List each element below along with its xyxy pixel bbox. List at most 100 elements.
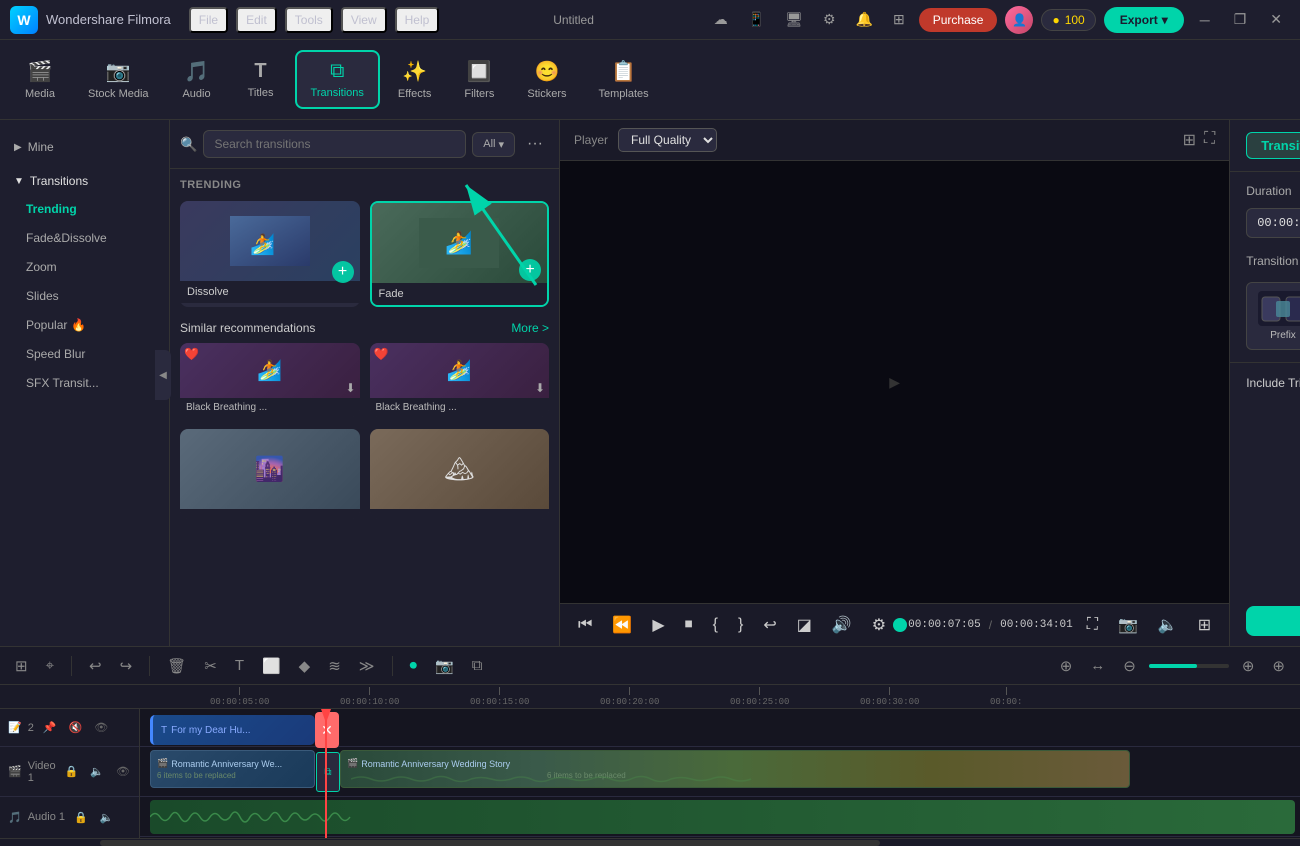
toolbar-templates[interactable]: 📋 Templates bbox=[584, 51, 662, 108]
timeline-more-effects-button[interactable]: ≫ bbox=[354, 654, 380, 678]
track-2-mute[interactable]: 🔇 bbox=[66, 720, 86, 735]
coins-button[interactable]: ● 100 bbox=[1041, 9, 1095, 31]
timeline-motion-button[interactable]: ≋ bbox=[323, 654, 346, 678]
toolbar-effects[interactable]: ✨ Effects bbox=[384, 51, 445, 108]
timeline-delete-button[interactable]: 🗑 bbox=[162, 654, 191, 678]
mode-prefix[interactable]: Prefix bbox=[1246, 282, 1300, 350]
video-1-mute[interactable]: 🔈 bbox=[87, 764, 107, 779]
timeline-undo-button[interactable]: ↩ bbox=[84, 654, 107, 678]
timeline-record-button[interactable]: ⏺ bbox=[405, 654, 423, 677]
video-1-lock[interactable]: 🔒 bbox=[62, 764, 82, 779]
similar-item-2[interactable]: 🏄 ❤️ ⬇ Black Breathing ... bbox=[370, 343, 550, 417]
sidebar-item-speed-blur[interactable]: Speed Blur bbox=[6, 340, 163, 368]
timeline-zoom-out-button[interactable]: ⊖ bbox=[1118, 654, 1141, 678]
horizontal-scrollbar[interactable] bbox=[0, 838, 1300, 846]
extra-transition-2[interactable]: 🏔 bbox=[370, 429, 550, 519]
phone-icon[interactable]: 📱 bbox=[742, 9, 771, 30]
skip-back-button[interactable]: ⏮ bbox=[572, 613, 598, 637]
extra-control-1[interactable]: ⛶ bbox=[1081, 613, 1104, 637]
zoom-slider[interactable] bbox=[1149, 664, 1229, 668]
timeline-fit-button[interactable]: ↔ bbox=[1085, 654, 1110, 677]
fade-add-button[interactable]: + bbox=[519, 259, 541, 281]
settings-icon[interactable]: ⚙ bbox=[817, 9, 842, 30]
snapshot-button[interactable]: ◪ bbox=[791, 612, 818, 638]
similar-item-1[interactable]: 🏄 ❤️ ⬇ Black Breathing ... bbox=[180, 343, 360, 417]
play-button[interactable]: ▶ bbox=[646, 612, 670, 638]
fullscreen-icon[interactable]: ⛶ bbox=[1204, 130, 1215, 150]
toolbar-transitions[interactable]: ⧉ Transitions bbox=[295, 50, 380, 109]
menu-view[interactable]: View bbox=[341, 7, 387, 33]
extra-control-2[interactable]: 📷 bbox=[1112, 612, 1144, 638]
maximize-button[interactable]: ❐ bbox=[1226, 9, 1255, 30]
duration-input[interactable] bbox=[1246, 208, 1300, 238]
sidebar-item-sfx[interactable]: SFX Transit... bbox=[6, 369, 163, 397]
transition-dissolve[interactable]: Dissolve + bbox=[180, 201, 360, 307]
timeline-pip-button[interactable]: ⧉ bbox=[467, 654, 488, 677]
toolbar-stickers[interactable]: 😊 Stickers bbox=[513, 51, 580, 108]
timeline-track-add-button[interactable]: ⊕ bbox=[1055, 654, 1078, 678]
minimize-button[interactable]: ─ bbox=[1192, 10, 1218, 30]
apply-all-button[interactable]: Apply to All bbox=[1246, 606, 1300, 636]
timeline-camera-button[interactable]: 📷 bbox=[430, 654, 459, 678]
transitions-section-header[interactable]: ▼ Transitions bbox=[0, 168, 169, 194]
toolbar-media[interactable]: 🎬 Media bbox=[10, 51, 70, 108]
toolbar-audio[interactable]: 🎵 Audio bbox=[167, 51, 227, 108]
timeline-zoom-in-button[interactable]: ⊕ bbox=[1237, 654, 1260, 678]
monitor-icon[interactable]: 🖥 bbox=[779, 9, 809, 30]
audio-1-lock[interactable]: 🔒 bbox=[71, 810, 91, 825]
sidebar-item-slides[interactable]: Slides bbox=[6, 282, 163, 310]
grid-icon[interactable]: ⊞ bbox=[887, 9, 911, 30]
timeline-cut-button[interactable]: ✂ bbox=[199, 654, 222, 678]
menu-help[interactable]: Help bbox=[395, 7, 440, 33]
sidebar-item-fade-dissolve[interactable]: Fade&Dissolve bbox=[6, 224, 163, 252]
timeline-extra-button[interactable]: ⊕ bbox=[1267, 654, 1290, 678]
audio-button[interactable]: 🔊 bbox=[826, 612, 858, 638]
toolbar-titles[interactable]: T Titles bbox=[231, 52, 291, 107]
audio-clip[interactable] bbox=[150, 800, 1295, 834]
mark-in-button[interactable]: { bbox=[707, 613, 724, 637]
dissolve-add-button[interactable]: + bbox=[332, 261, 354, 283]
text-clip[interactable]: T For my Dear Hu... bbox=[150, 715, 315, 745]
stop-button[interactable]: ⏹ bbox=[679, 613, 699, 637]
timeline-redo-button[interactable]: ↪ bbox=[115, 654, 138, 678]
transition-fade[interactable]: 🏄 Fade + bbox=[370, 201, 550, 307]
search-input[interactable] bbox=[203, 130, 466, 158]
export-button[interactable]: Export ▾ bbox=[1104, 7, 1184, 33]
more-options-button[interactable]: ··· bbox=[521, 133, 549, 155]
menu-file[interactable]: File bbox=[189, 7, 228, 33]
mark-out-button[interactable]: } bbox=[732, 613, 749, 637]
notification-icon[interactable]: 🔔 bbox=[850, 9, 879, 30]
mine-header[interactable]: ▶ Mine bbox=[0, 134, 169, 160]
track-2-control-a[interactable]: 📌 bbox=[40, 720, 60, 735]
cloud-icon[interactable]: ☁ bbox=[708, 9, 734, 30]
video-1-eye[interactable]: 👁 bbox=[113, 764, 133, 779]
frame-back-button[interactable]: ⏪ bbox=[606, 612, 638, 638]
add-to-timeline-button[interactable]: ↩ bbox=[757, 612, 782, 638]
timeline-magnet-button[interactable]: ⌖ bbox=[41, 654, 59, 677]
extra-control-4[interactable]: ⊞ bbox=[1192, 612, 1217, 638]
video-clip-1[interactable]: 🎬 Romantic Anniversary We... 6 items to … bbox=[150, 750, 315, 788]
sidebar-item-trending[interactable]: Trending bbox=[6, 195, 163, 223]
scrubber-handle[interactable] bbox=[893, 618, 907, 632]
collapse-left-panel-button[interactable]: ◀ bbox=[155, 350, 170, 400]
menu-edit[interactable]: Edit bbox=[236, 7, 277, 33]
timeline-crop-button[interactable]: ⬜ bbox=[257, 654, 286, 678]
more-link[interactable]: More > bbox=[511, 321, 549, 335]
settings2-button[interactable]: ⚙ bbox=[866, 612, 892, 638]
scrollbar-thumb[interactable] bbox=[100, 840, 880, 846]
sidebar-item-popular[interactable]: Popular bbox=[6, 311, 163, 339]
transition-edit-point[interactable]: ⧉ bbox=[316, 752, 340, 792]
sidebar-item-zoom[interactable]: Zoom bbox=[6, 253, 163, 281]
close-button[interactable]: ✕ bbox=[1262, 9, 1290, 30]
filter-button[interactable]: All ▾ bbox=[472, 132, 515, 157]
timeline-keyframe-button[interactable]: ◆ bbox=[294, 654, 316, 678]
video-clip-2[interactable]: 🎬 Romantic Anniversary Wedding Story 6 i… bbox=[340, 750, 1130, 788]
quality-select[interactable]: Full Quality bbox=[618, 128, 717, 152]
audio-1-mute[interactable]: 🔈 bbox=[97, 810, 117, 825]
menu-tools[interactable]: Tools bbox=[285, 7, 333, 33]
extra-control-3[interactable]: 🔈 bbox=[1152, 612, 1184, 638]
timeline-split-button[interactable]: ⊞ bbox=[10, 654, 33, 678]
toolbar-filters[interactable]: 🔲 Filters bbox=[449, 51, 509, 108]
grid-view-icon[interactable]: ⊞ bbox=[1183, 130, 1196, 150]
timeline-text-button[interactable]: T bbox=[230, 654, 249, 677]
